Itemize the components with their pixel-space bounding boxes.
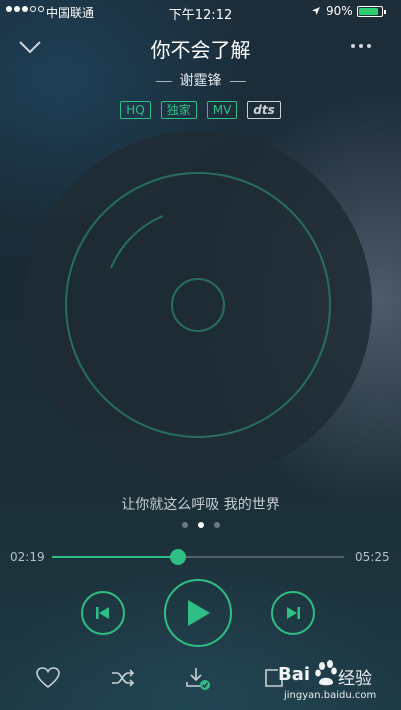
status-bar: 中国联通 下午12:12 90%: [0, 0, 401, 26]
page-dot[interactable]: [213, 522, 220, 528]
play-icon: [188, 600, 210, 626]
progress-played: [52, 556, 178, 558]
exclusive-badge: 独家: [160, 101, 197, 119]
battery-fill: [359, 8, 379, 15]
location-arrow-icon: [312, 7, 320, 15]
more-dots-icon[interactable]: [351, 44, 371, 48]
previous-track-icon: [96, 607, 109, 619]
watermark-url: jingyan.baidu.com: [284, 690, 377, 701]
heart-icon[interactable]: [35, 666, 61, 690]
play-button[interactable]: [164, 579, 232, 647]
mv-badge[interactable]: MV: [206, 101, 238, 119]
shuffle-icon[interactable]: [110, 666, 136, 690]
page-dot-active[interactable]: [197, 522, 204, 528]
progress-slider[interactable]: [52, 549, 344, 565]
progress-knob[interactable]: [169, 549, 186, 565]
page-indicator: [0, 522, 401, 528]
divider: [229, 80, 246, 82]
svg-text:Bai: Bai: [278, 664, 310, 685]
quality-badges: HQ 独家 MV dts: [0, 101, 401, 119]
battery-icon: [357, 6, 386, 17]
album-disc[interactable]: [23, 130, 373, 480]
page-dot[interactable]: [181, 522, 188, 528]
download-icon[interactable]: [185, 666, 211, 690]
hq-badge[interactable]: HQ: [120, 101, 151, 119]
total-time: 05:25: [355, 550, 390, 564]
next-track-button[interactable]: [271, 591, 315, 635]
song-title: 你不会了解: [150, 38, 251, 62]
current-lyric: 让你就这么呼吸 我的世界: [121, 497, 280, 513]
artist-row: 谢霆锋: [0, 70, 401, 90]
divider: [155, 80, 172, 82]
artist-name[interactable]: 谢霆锋: [180, 73, 222, 89]
previous-track-button[interactable]: [81, 591, 125, 635]
watermark-word: 经验: [338, 669, 372, 689]
current-time: 02:19: [10, 550, 45, 564]
dts-badge[interactable]: dts: [247, 101, 281, 119]
battery-percent: 90%: [326, 4, 353, 18]
music-player-screen: 中国联通 下午12:12 90% 你不会了解 谢霆锋 HQ 独家 MV dts …: [0, 0, 401, 710]
next-track-icon: [287, 607, 300, 619]
